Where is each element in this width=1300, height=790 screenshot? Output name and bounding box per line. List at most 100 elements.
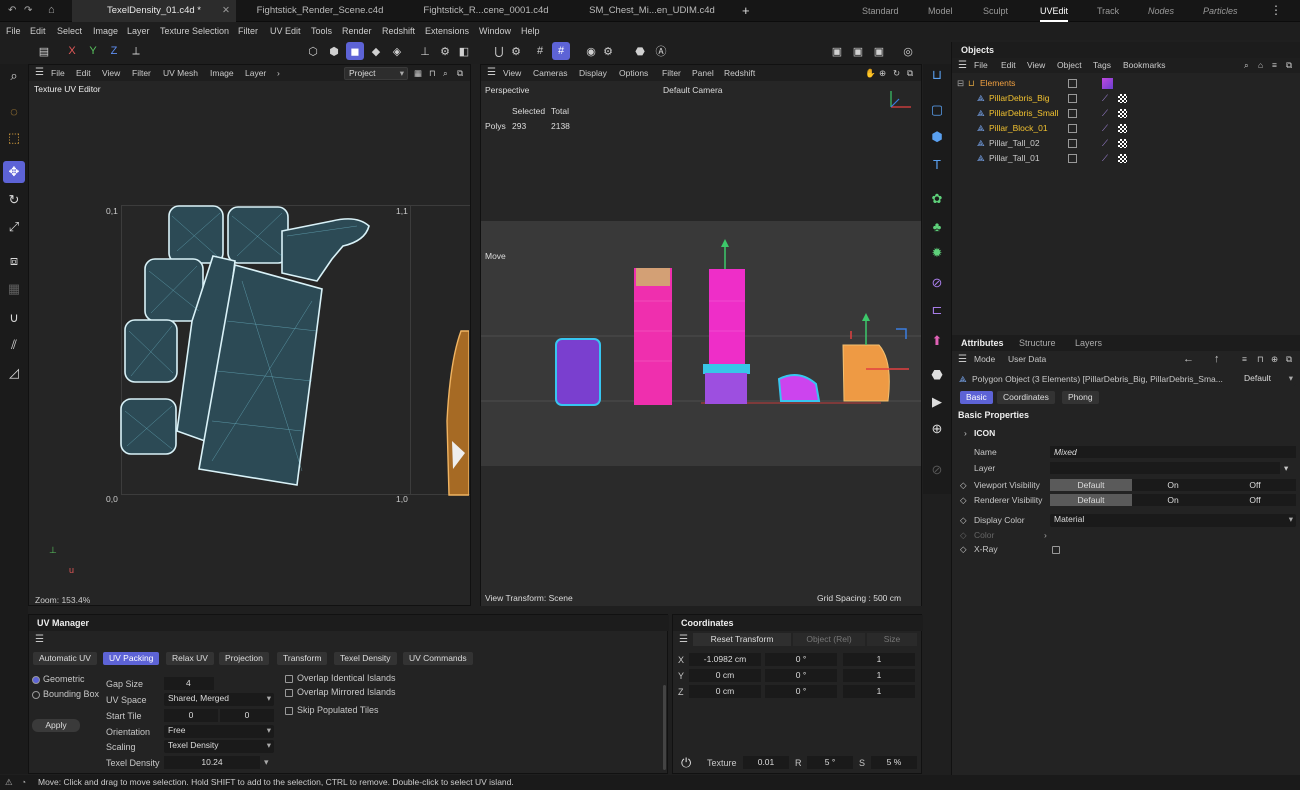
tab-transform[interactable]: Transform — [277, 652, 328, 665]
hamburger-icon[interactable]: ☰ — [958, 352, 967, 367]
uv-mode-icon[interactable]: ◆ — [367, 42, 385, 60]
workplane-icon[interactable]: ◉ — [582, 42, 600, 60]
uvw-tag-icon[interactable]: ⟋ — [1102, 151, 1108, 166]
home-icon[interactable]: ⌂ — [48, 4, 55, 16]
keyframe-diamond-icon[interactable]: ◇ — [960, 493, 967, 508]
environment-icon[interactable]: ⬣ — [926, 364, 948, 386]
x-axis-toggle[interactable]: X — [63, 42, 81, 60]
scaling-select[interactable]: Texel Density — [164, 740, 274, 753]
layout-tab-uvedit[interactable]: UVEdit — [1040, 0, 1069, 22]
primitive-icon[interactable]: ⬢ — [926, 126, 948, 148]
uv-space-select[interactable]: Shared, Merged — [164, 693, 274, 706]
checker-tag-icon[interactable] — [1118, 139, 1127, 148]
radio-geometric[interactable] — [32, 676, 40, 684]
pos-z-field[interactable]: 0 cm — [689, 685, 761, 698]
uvw-tag-icon[interactable]: ⟋ — [1102, 136, 1108, 151]
start-tile-v-field[interactable]: 0 — [220, 709, 274, 722]
chevron-right-icon[interactable]: › — [1044, 528, 1047, 543]
rot-x-field[interactable]: 0 ° — [765, 653, 837, 666]
uv-menu-image[interactable]: Image — [210, 65, 234, 81]
pan-icon[interactable]: ✋ — [865, 65, 876, 81]
reset-transform-button[interactable]: Reset Transform — [693, 633, 791, 646]
rotate-icon[interactable]: ↻ — [3, 189, 25, 211]
field-icon[interactable]: ⊏ — [926, 299, 948, 321]
uv-menu-view[interactable]: View — [102, 65, 120, 81]
lock-icon[interactable]: ⬣ — [631, 42, 649, 60]
menu-select[interactable]: Select — [57, 22, 82, 40]
axis-mode-icon[interactable]: ⊥ — [416, 42, 434, 60]
search-icon[interactable]: ⌕ — [3, 65, 25, 87]
menu-texture-selection[interactable]: Texture Selection — [160, 22, 229, 40]
preset-select[interactable]: Default — [1240, 373, 1296, 386]
search-icon[interactable]: ⌕ — [1244, 58, 1249, 73]
pillar-debris-big[interactable] — [842, 344, 890, 402]
pillar-tall-01[interactable] — [634, 268, 672, 405]
start-tile-u-field[interactable]: 0 — [164, 709, 218, 722]
rd-vis-on[interactable]: On — [1132, 494, 1214, 506]
tab-texel-density[interactable]: Texel Density — [334, 652, 397, 665]
text-icon[interactable]: T — [926, 153, 948, 175]
checker-tag-icon[interactable] — [1118, 109, 1127, 118]
back-arrow-icon[interactable]: ← — [1183, 352, 1194, 367]
layer-field[interactable] — [1050, 462, 1280, 474]
expand-icon[interactable]: ⧉ — [1286, 352, 1292, 367]
checker-tag-icon[interactable] — [1118, 124, 1127, 133]
uv-menu-file[interactable]: File — [51, 65, 65, 81]
live-select-icon[interactable]: ◌ — [3, 100, 25, 122]
xray-checkbox[interactable] — [1052, 546, 1060, 554]
uv-islands[interactable] — [117, 201, 469, 501]
move-icon[interactable]: ✥ — [3, 161, 25, 183]
tab-uv-packing[interactable]: UV Packing — [103, 652, 160, 665]
menu-layer[interactable]: Layer — [127, 22, 150, 40]
uvw-tag-icon[interactable]: ⟋ — [1102, 91, 1108, 106]
icon-group-row[interactable]: › ICON — [952, 426, 1300, 441]
vp-vis-default[interactable]: Default — [1050, 479, 1132, 491]
generator-icon[interactable]: ✿ — [926, 188, 948, 210]
layout-tab-model[interactable]: Model — [928, 0, 953, 22]
chevron-down-icon[interactable]: ▾ — [1284, 461, 1288, 476]
scale-icon[interactable]: ⤢ — [3, 216, 25, 238]
undo-icon[interactable]: ↶ — [8, 5, 16, 16]
cube-icon[interactable]: ▢ — [926, 99, 948, 121]
mode-menu[interactable]: Mode — [974, 352, 995, 367]
power-icon[interactable]: ⏻ — [681, 755, 691, 771]
pillar-debris-small-2[interactable] — [777, 374, 821, 402]
points-mode-icon[interactable]: ⬡ — [304, 42, 322, 60]
menu-redshift[interactable]: Redshift — [382, 22, 415, 40]
rd-vis-default[interactable]: Default — [1050, 494, 1132, 506]
skip-populated-checkbox[interactable] — [285, 707, 293, 715]
texture-field[interactable]: 0.01 — [743, 756, 789, 769]
menu-filter[interactable]: Filter — [238, 22, 258, 40]
vp-menu-view[interactable]: View — [503, 65, 521, 81]
uv-menu-edit[interactable]: Edit — [76, 65, 91, 81]
object-row[interactable]: ⟁ Pillar_Tall_01 ⟋ — [952, 151, 1300, 166]
orbit-icon[interactable]: ↻ — [893, 65, 900, 81]
add-tab-icon[interactable]: + — [742, 3, 750, 18]
chevron-down-icon[interactable]: ▾ — [264, 757, 269, 768]
pillar-block-01[interactable] — [705, 373, 747, 404]
project-select[interactable]: Project — [344, 67, 408, 80]
film-icon[interactable]: ▤ — [35, 42, 53, 60]
null-object-icon[interactable]: ⊔ — [926, 64, 948, 86]
scene-objects[interactable] — [481, 221, 921, 466]
scale-x-field[interactable]: 1 — [843, 653, 915, 666]
object-row[interactable]: ⟁ Pillar_Tall_02 ⟋ — [952, 136, 1300, 151]
chevron-right-icon[interactable]: › — [277, 65, 280, 81]
render-queue-icon[interactable]: ▣ — [870, 42, 888, 60]
doc-tab-render-scene-0001[interactable]: Fightstick_R...cene_0001.c4d — [404, 0, 568, 22]
tab-layers[interactable]: Layers — [1075, 338, 1102, 348]
material-tag-icon[interactable] — [1102, 78, 1113, 89]
user-data-menu[interactable]: User Data — [1008, 352, 1046, 367]
expand-icon[interactable]: ⧉ — [457, 65, 463, 81]
uv-island[interactable] — [227, 206, 289, 264]
radio-bounding-box[interactable] — [32, 691, 40, 699]
doc-tab-sm-chest[interactable]: SM_Chest_Mi...en_UDIM.c4d — [570, 0, 734, 22]
hamburger-icon[interactable]: ☰ — [679, 634, 688, 645]
uv-island-orange[interactable] — [446, 330, 469, 496]
gap-size-field[interactable]: 4 — [164, 677, 214, 690]
uv-menu-filter[interactable]: Filter — [132, 65, 151, 81]
obj-menu-tags[interactable]: Tags — [1093, 58, 1111, 73]
close-icon[interactable]: ✕ — [222, 0, 230, 22]
transform-icon[interactable]: ⧈ — [3, 250, 25, 272]
render-region-icon[interactable]: ▣ — [828, 42, 846, 60]
